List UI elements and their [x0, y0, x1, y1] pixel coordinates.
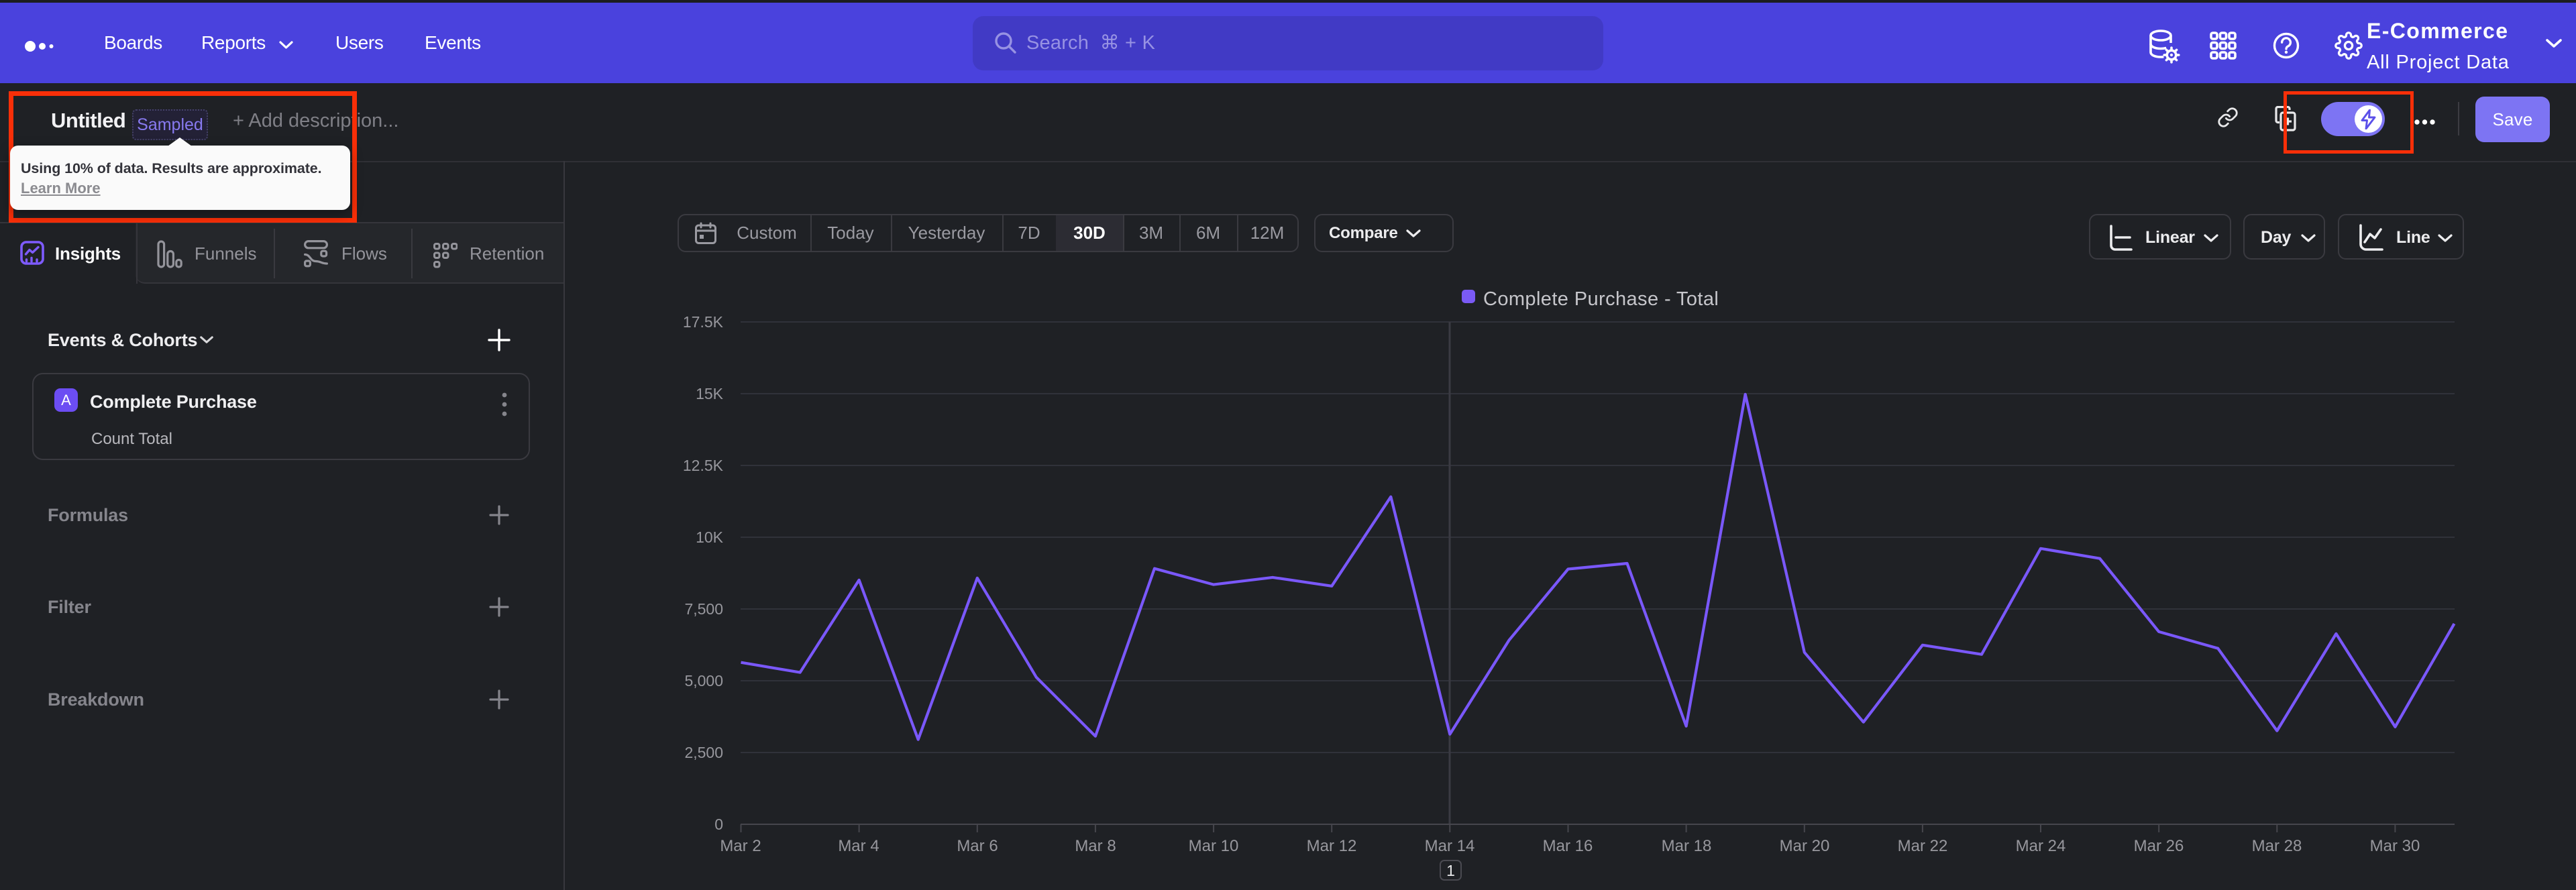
- svg-text:Mar 14: Mar 14: [1425, 837, 1475, 855]
- svg-text:7,500: 7,500: [684, 600, 723, 618]
- svg-text:Mar 18: Mar 18: [1662, 837, 1712, 855]
- svg-text:10K: 10K: [696, 529, 724, 546]
- svg-text:17.5K: 17.5K: [683, 313, 724, 331]
- svg-text:12.5K: 12.5K: [683, 457, 724, 474]
- svg-text:Mar 28: Mar 28: [2252, 837, 2302, 855]
- svg-text:Mar 12: Mar 12: [1307, 837, 1357, 855]
- svg-text:Mar 20: Mar 20: [1780, 837, 1830, 855]
- svg-text:0: 0: [714, 816, 723, 833]
- svg-text:5,000: 5,000: [684, 672, 723, 689]
- svg-text:Mar 22: Mar 22: [1898, 837, 1948, 855]
- svg-text:Mar 24: Mar 24: [2016, 837, 2066, 855]
- svg-text:15K: 15K: [696, 385, 724, 402]
- svg-text:Mar 16: Mar 16: [1543, 837, 1593, 855]
- svg-text:Mar 10: Mar 10: [1189, 837, 1239, 855]
- svg-text:Mar 2: Mar 2: [720, 837, 761, 855]
- svg-text:Mar 4: Mar 4: [838, 837, 879, 855]
- svg-text:Mar 30: Mar 30: [2370, 837, 2420, 855]
- svg-text:Mar 26: Mar 26: [2134, 837, 2184, 855]
- svg-text:2,500: 2,500: [684, 744, 723, 761]
- svg-text:Mar 8: Mar 8: [1075, 837, 1116, 855]
- svg-text:Mar 6: Mar 6: [957, 837, 998, 855]
